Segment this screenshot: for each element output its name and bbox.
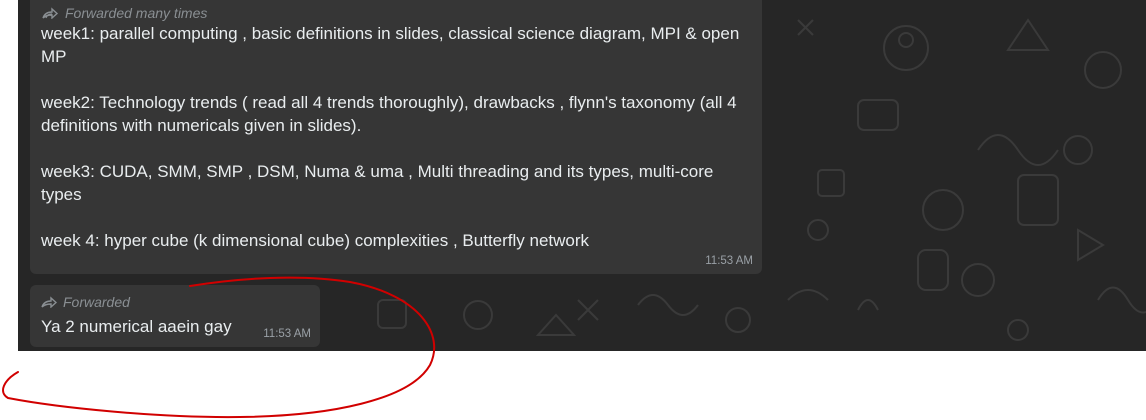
chat-panel: Forwarded many times week1: parallel com…: [18, 0, 1146, 351]
message-paragraph-week4: week 4: hyper cube (k dimensional cube) …: [41, 231, 590, 250]
forwarded-label: Forwarded: [63, 294, 130, 310]
forwarded-many-times-icon: [42, 7, 59, 19]
message-timestamp: 11:53 AM: [705, 255, 753, 267]
message-bubble-2[interactable]: Forwarded Ya 2 numerical aaein gay 11:53…: [30, 285, 320, 347]
message-paragraph-week1: week1: parallel computing , basic defini…: [41, 24, 740, 66]
message-paragraph-week3: week3: CUDA, SMM, SMP , DSM, Numa & uma …: [41, 162, 714, 204]
message-text: week1: parallel computing , basic defini…: [41, 22, 750, 252]
forwarded-label: Forwarded many times: [65, 5, 208, 21]
message-timestamp: 11:53 AM: [263, 328, 311, 340]
forwarded-many-times-header: Forwarded many times: [41, 4, 750, 22]
message-paragraph-week2: week2: Technology trends ( read all 4 tr…: [41, 93, 737, 135]
message-bubble-1[interactable]: Forwarded many times week1: parallel com…: [30, 0, 762, 274]
forwarded-header: Forwarded: [41, 293, 308, 311]
forwarded-icon: [41, 296, 57, 308]
